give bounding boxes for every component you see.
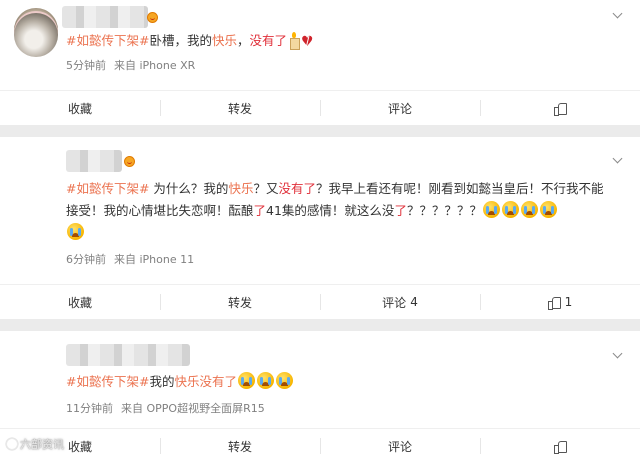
like-icon [547,296,561,310]
crying-emoji-icon [237,372,255,389]
like-icon [553,102,567,116]
broken-heart-icon: ♥ [301,34,314,50]
like-button[interactable] [480,91,640,125]
post-meta: 11分钟前 来自 OPPO超视野全面屏R15 [66,400,265,416]
watermark: 六部资讯 [6,436,64,452]
post-meta: 6分钟前 来自 iPhone 11 [66,251,194,267]
crying-emoji-icon [501,201,519,218]
comment-button[interactable]: 评论 [320,429,480,458]
repost-button[interactable]: 转发 [160,285,320,319]
like-button[interactable]: 1 [480,285,640,319]
like-button[interactable] [480,429,640,458]
collect-button[interactable]: 收藏 [0,285,160,319]
crying-emoji-icon [482,201,500,218]
post-text: #如懿传下架#我的快乐没有了 [66,371,614,393]
post-time[interactable]: 11分钟前 [66,402,113,415]
crying-emoji-icon [256,372,274,389]
comment-button[interactable]: 评论 4 [320,285,480,319]
username-blurred[interactable] [66,150,122,172]
repost-button[interactable]: 转发 [160,429,320,458]
post-source: 来自 OPPO超视野全面屏R15 [121,402,265,415]
post-text: #如懿传下架#卧槽，我的快乐，没有了 ♥ [66,32,314,50]
hashtag-link[interactable]: #如懿传下架# [66,181,149,196]
comment-button[interactable]: 评论 [320,91,480,125]
post-time[interactable]: 5分钟前 [66,59,106,72]
username-blurred[interactable] [66,344,190,366]
post-meta: 5分钟前 来自 iPhone XR [66,57,195,73]
action-bar: 收藏 转发 评论 [0,429,640,458]
collect-button[interactable]: 收藏 [0,91,160,125]
watermark-logo-icon [6,438,18,450]
post-source: 来自 iPhone 11 [114,253,195,266]
like-count: 1 [564,295,573,309]
comment-count: 4 [410,295,418,309]
vip-badge-icon [147,12,158,23]
post-text: #如懿传下架# 为什么？我的快乐？又没有了？我早上看还有呢！刚看到如懿当皇后！不… [66,178,614,244]
post-time[interactable]: 6分钟前 [66,253,106,266]
hashtag-link[interactable]: #如懿传下架# [66,374,149,389]
candle-icon [289,32,301,50]
crying-emoji-icon [539,201,557,218]
vip-badge-icon [124,156,135,167]
repost-button[interactable]: 转发 [160,91,320,125]
avatar[interactable] [14,13,58,57]
username-blurred[interactable] [62,6,148,28]
action-bar: 收藏 转发 评论 4 1 [0,285,640,319]
crying-emoji-icon [67,223,84,240]
crying-emoji-icon [275,372,293,389]
like-icon [553,440,567,454]
action-bar: 收藏 转发 评论 [0,91,640,125]
crying-emoji-icon [520,201,538,218]
hashtag-link[interactable]: #如懿传下架# [66,33,149,48]
post-source: 来自 iPhone XR [114,59,196,72]
